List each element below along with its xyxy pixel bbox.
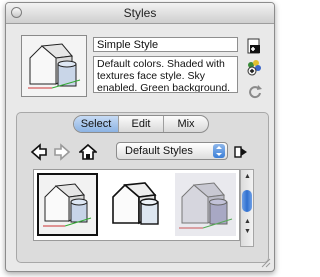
home-icon[interactable]: [77, 143, 99, 161]
tab-edit[interactable]: Edit: [118, 116, 163, 132]
style-description-field[interactable]: Default colors. Shaded with textures fac…: [93, 56, 238, 93]
update-style-icon[interactable]: [246, 59, 262, 76]
style-thumbnails: [33, 169, 240, 241]
style-thumbnail: [21, 35, 87, 97]
styles-window: Styles Simple Style Default colors. Shad…: [5, 2, 275, 272]
style-collection-select[interactable]: Default Styles: [116, 142, 228, 160]
forward-arrow-icon[interactable]: [53, 143, 71, 161]
tab-select[interactable]: Select: [74, 116, 118, 132]
scroll-thumb[interactable]: [242, 190, 252, 212]
scroll-up-icon[interactable]: ▲: [244, 173, 251, 180]
style-thumbnail-item[interactable]: [106, 173, 167, 236]
style-thumbnail-item[interactable]: [37, 173, 98, 236]
create-style-icon[interactable]: [246, 37, 262, 54]
refresh-icon[interactable]: [247, 83, 263, 99]
details-icon[interactable]: [232, 143, 250, 161]
title-bar[interactable]: Styles: [6, 3, 274, 24]
scroll-up-icon[interactable]: ▲: [244, 218, 251, 225]
mode-tabs: Select Edit Mix: [73, 115, 209, 133]
back-arrow-icon[interactable]: [30, 143, 48, 161]
window-title: Styles: [123, 6, 157, 20]
style-name-field[interactable]: Simple Style: [93, 37, 238, 52]
style-thumbnail-item[interactable]: [175, 173, 236, 236]
scroll-down-icon[interactable]: ▼: [244, 228, 251, 235]
resize-grip-icon[interactable]: [261, 258, 271, 268]
thumbnail-scrollbar[interactable]: ▲ ▲ ▼: [240, 169, 254, 247]
collection-label: Default Styles: [125, 145, 193, 157]
tab-mix[interactable]: Mix: [163, 116, 208, 132]
chevron-updown-icon: [213, 144, 225, 158]
